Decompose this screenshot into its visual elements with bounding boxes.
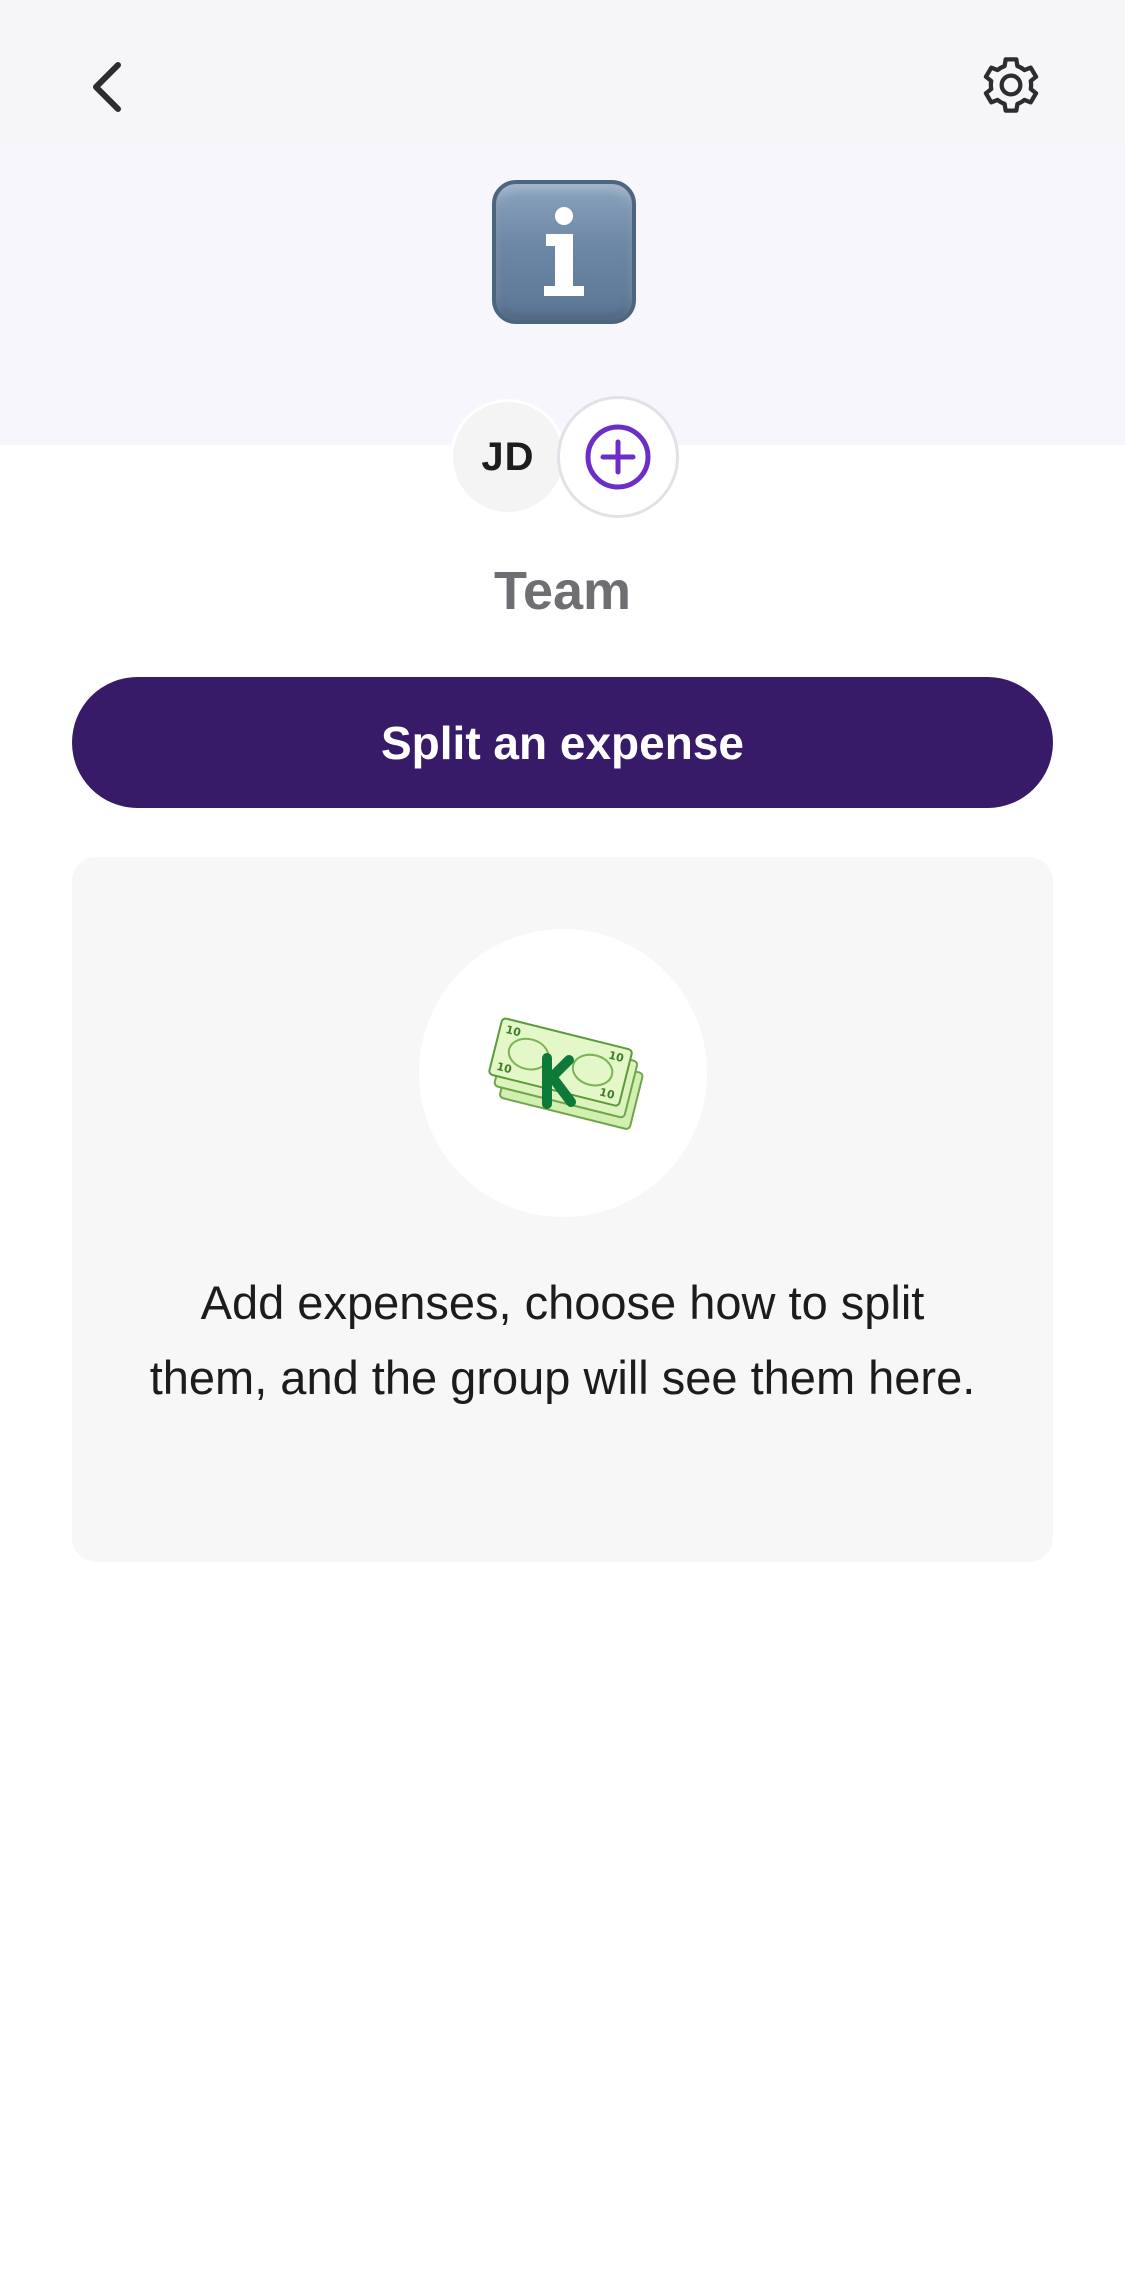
member-initials: JD — [481, 434, 535, 479]
empty-state-illustration: 10 10 10 10 — [419, 929, 707, 1217]
chevron-left-icon — [93, 62, 121, 112]
member-avatar[interactable]: JD — [450, 399, 566, 515]
money-bills-icon: 10 10 10 10 — [488, 1017, 644, 1130]
info-glyph — [544, 207, 584, 296]
group-name: Team — [493, 561, 632, 621]
back-button[interactable] — [58, 37, 158, 137]
split-expense-button[interactable]: Split an expense — [72, 677, 1053, 808]
settings-button[interactable] — [961, 35, 1061, 135]
add-member-button[interactable] — [557, 396, 679, 518]
gear-icon — [983, 57, 1039, 113]
information-emoji-icon[interactable] — [492, 180, 636, 324]
plus-circle-icon — [585, 424, 651, 490]
empty-state-message: Add expenses, choose how to split them, … — [149, 1276, 976, 1404]
top-bar — [0, 0, 1125, 145]
